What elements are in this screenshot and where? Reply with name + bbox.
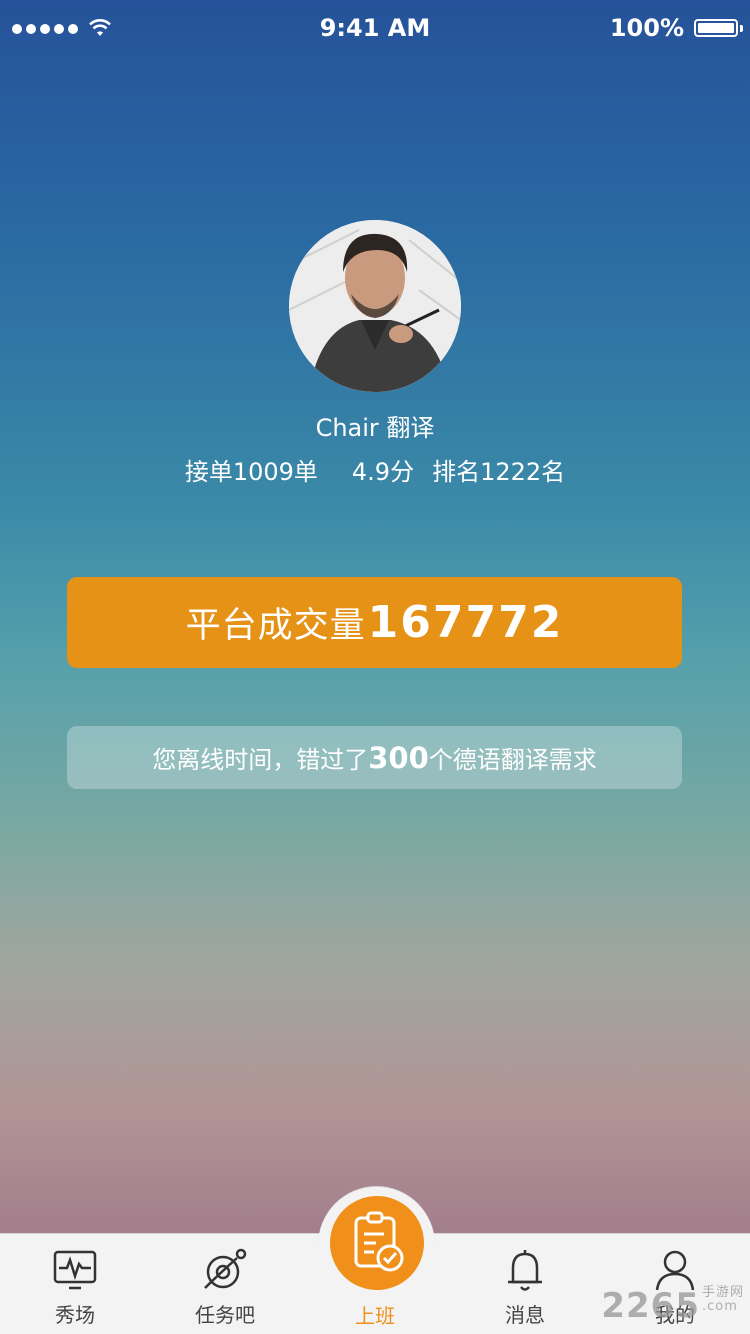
- tab-messages[interactable]: 消息: [450, 1246, 600, 1328]
- battery-percent: 100%: [609, 14, 684, 42]
- rating-score: 4.9分: [351, 458, 415, 486]
- tab-tasks[interactable]: 任务吧: [150, 1246, 300, 1328]
- tab-label-tasks: 任务吧: [195, 1303, 255, 1327]
- pulse-monitor-icon: [53, 1250, 97, 1290]
- tab-label-show: 秀场: [55, 1303, 95, 1327]
- user-stats: 接单1009单 4.9分 排名1222名: [0, 452, 750, 487]
- site-watermark: 2265 手游网 .com: [601, 1285, 744, 1327]
- clipboard-check-icon: [354, 1211, 404, 1272]
- bell-icon: [508, 1250, 542, 1291]
- missed-count: 300: [368, 740, 429, 775]
- missed-suffix: 个德语翻译需求: [428, 746, 597, 774]
- platform-volume-label: 平台成交量: [185, 606, 366, 646]
- order-count: 接单1009单: [184, 458, 318, 486]
- ranking: 排名1222名: [432, 458, 566, 486]
- tab-label-messages: 消息: [505, 1303, 545, 1327]
- battery-icon: [694, 19, 738, 37]
- status-bar: 9:41 AM 100%: [0, 0, 750, 60]
- tab-label-work: 上班: [355, 1304, 395, 1328]
- planet-icon: [204, 1248, 247, 1289]
- user-name: Chair 翻译: [315, 414, 435, 442]
- missed-prefix: 您离线时间，错过了: [152, 746, 369, 774]
- avatar[interactable]: [289, 220, 461, 392]
- missed-requests-notice[interactable]: 您离线时间，错过了 300 个德语翻译需求: [67, 726, 682, 789]
- tab-show[interactable]: 秀场: [0, 1246, 150, 1328]
- platform-volume-value: 167772: [367, 597, 564, 648]
- platform-volume-banner: 平台成交量 167772: [67, 577, 682, 668]
- tab-work[interactable]: [330, 1196, 424, 1290]
